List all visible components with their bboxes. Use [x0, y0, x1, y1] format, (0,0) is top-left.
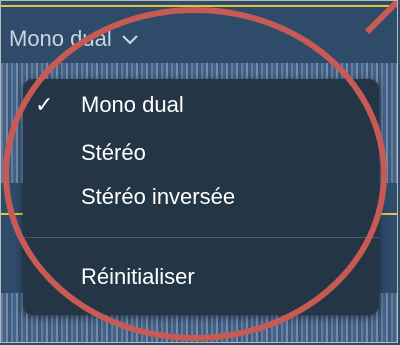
- menu-item-label: Stéréo: [81, 140, 146, 165]
- menu-item-label: Réinitialiser: [81, 264, 195, 289]
- menu-item-stereo-inversee[interactable]: Stéréo inversée: [23, 179, 379, 215]
- chevron-down-icon: [121, 30, 138, 48]
- channel-mode-dropdown[interactable]: Mono dual: [9, 23, 138, 55]
- checkmark-icon: ✓: [35, 92, 54, 117]
- menu-item-label: Stéréo inversée: [81, 184, 236, 209]
- menu-item-label: Mono dual: [81, 92, 184, 117]
- track-border-top: [1, 5, 397, 7]
- menu-item-mono-dual[interactable]: ✓ Mono dual: [23, 87, 379, 123]
- menu-item-reinitialiser[interactable]: Réinitialiser: [23, 259, 379, 295]
- app-frame: Mono dual ✓ Mono dual Stéréo Stéréo inve…: [0, 0, 398, 343]
- menu-item-stereo[interactable]: Stéréo: [23, 135, 379, 171]
- menu-separator: [23, 237, 379, 238]
- channel-mode-label: Mono dual: [9, 26, 112, 51]
- channel-mode-menu: ✓ Mono dual Stéréo Stéréo inversée Réini…: [23, 79, 379, 315]
